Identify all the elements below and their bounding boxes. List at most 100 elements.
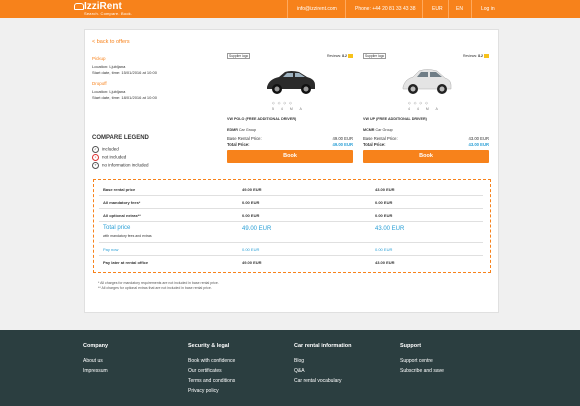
base-price-label: Base Rental Price: [363,136,398,141]
rating-icon [348,54,353,59]
brand-logo[interactable]: IzziRent Search. Compare. Book. [74,2,133,16]
pickup-title: Pickup [92,56,106,61]
cross-icon: × [92,154,99,161]
row-label: Pay later at rental office [103,260,149,265]
dropoff-location: Location: Ljubljana [92,89,126,94]
legend-no-info: ? no information included [92,162,149,169]
car-name: VW UP (FREE ADDITIONAL DRIVER) [363,117,427,121]
divider [448,0,449,18]
footer-link[interactable]: Support centre [400,358,433,364]
base-price-value: 43.00 EUR [468,136,489,141]
footer-heading-info: Car rental information [294,343,352,349]
legend-included: ✓ included [92,146,119,153]
rating-icon [484,54,489,59]
cell-value: 0.00 EUR [242,200,260,205]
footer-link[interactable]: Privacy policy [188,388,219,394]
footer-link[interactable]: About us [83,358,103,364]
rating-value: 8.2 [478,54,483,58]
footer-link[interactable]: Our certificates [188,368,222,374]
group-code: MCMR [363,128,375,132]
car-features-values: 5 4 M A [272,107,305,111]
cell-value: 49.00 EUR [242,226,272,232]
total-price-label: Total Price: [227,142,250,147]
site-footer: Company About us Impressum Security & le… [0,330,580,406]
divider [345,0,346,18]
car-name: VW POLO (FREE ADDITIONAL DRIVER) [227,117,297,121]
table-row: Pay later at rental office 49.00 EUR 43.… [99,256,483,268]
cell-value: 43.00 EUR [375,187,395,192]
divider [422,0,423,18]
supplier-logo: Supplier logo [363,53,387,59]
base-price-value: 49.00 EUR [332,136,353,141]
row-label: Base rental price [103,187,136,192]
footer-heading-company: Company [83,343,109,349]
reviews[interactable]: Reviews: 8.2 [326,54,353,59]
footnote: * All charges for mandatory requirements… [98,281,219,285]
cell-value: 43.00 EUR [375,260,395,265]
car-features-icons: ◇◇◇◇ [408,101,431,105]
footer-link[interactable]: Subscribe and save [400,368,444,374]
row-label: Total price [103,225,131,231]
check-icon: ✓ [92,146,99,153]
car-image [267,71,315,94]
back-to-offers-link[interactable]: < back to offers [92,39,130,45]
group-label: Car Group [238,128,257,132]
footnote: ** All charges for optional extras that … [98,286,212,290]
dropoff-datetime: Start date, time: 18/01/2016 at 10:00 [92,95,157,100]
row-label: All mandatory fees* [103,200,141,205]
car-features-values: 4 4 M A [408,107,441,111]
group-label: Car Group [375,128,393,132]
cell-value: 0.00 EUR [242,247,260,252]
top-bar: IzziRent Search. Compare. Book. info@izz… [0,0,580,18]
car-image [402,69,452,94]
pickup-location: Location: Ljubljana [92,64,126,69]
legend-not-included: × not included [92,154,126,161]
rating-value: 8.2 [342,54,347,58]
divider [471,0,472,18]
supplier-logo: Supplier logo [227,53,251,59]
car-group: EDMR Car Group [227,128,256,132]
footer-link[interactable]: Blog [294,358,304,364]
cell-value: 49.00 EUR [242,187,262,192]
email-link[interactable]: info@izzirent.com [297,4,337,14]
cell-value: 0.00 EUR [375,213,393,218]
reviews[interactable]: Reviews: 8.2 [463,54,489,59]
table-row: All optional extras** 0.00 EUR 0.00 EUR [99,209,483,222]
car-group: MCMR Car Group [363,128,393,132]
car-icon [74,3,84,10]
language-selector[interactable]: EN [456,4,463,14]
pickup-datetime: Start date, time: 15/01/2016 at 10:00 [92,70,157,75]
table-row: Pay now 0.00 EUR 0.00 EUR [99,243,483,256]
book-button[interactable]: Book [227,150,353,163]
group-code: EDMR [227,128,238,132]
login-link[interactable]: Log in [481,4,495,14]
row-label: All optional extras** [103,213,141,218]
footer-link[interactable]: Impressum [83,368,108,374]
legend-included-label: included [102,146,119,152]
brand-tagline: Search. Compare. Book. [84,11,133,16]
footer-link[interactable]: Terms and conditions [188,378,235,384]
footer-link[interactable]: Car rental vocabulary [294,378,342,384]
legend-no-info-label: no information included [102,162,149,168]
legend-not-included-label: not included [102,154,127,160]
price-comparison-table: Base rental price 49.00 EUR 43.00 EUR Al… [93,179,491,273]
reviews-label: Reviews: [326,54,342,58]
footer-heading-support: Support [400,343,422,349]
row-label: Pay now [103,247,119,252]
footer-link[interactable]: Q&A [294,368,305,374]
total-price-value: 49.00 EUR [332,142,353,147]
cell-value: 43.00 EUR [375,226,405,232]
total-price-label: Total Price: [363,142,386,147]
footer-heading-security: Security & legal [188,343,230,349]
total-price-value: 43.00 EUR [468,142,489,147]
table-row: Total price with mandatory fees and extr… [99,222,483,243]
table-row: Base rental price 49.00 EUR 43.00 EUR [99,184,483,196]
currency-selector[interactable]: EUR [432,4,443,14]
cell-value: 49.00 EUR [242,260,262,265]
footer-link[interactable]: Book with confidence [188,358,235,364]
comparison-card: < back to offers Pickup Location: Ljublj… [84,29,499,313]
car-features-icons: ◇◇◇◇ [272,101,295,105]
book-button[interactable]: Book [363,150,489,163]
phone-link[interactable]: Phone: +44 20 81 33 43 38 [355,4,415,14]
table-row: All mandatory fees* 0.00 EUR 0.00 EUR [99,196,483,209]
